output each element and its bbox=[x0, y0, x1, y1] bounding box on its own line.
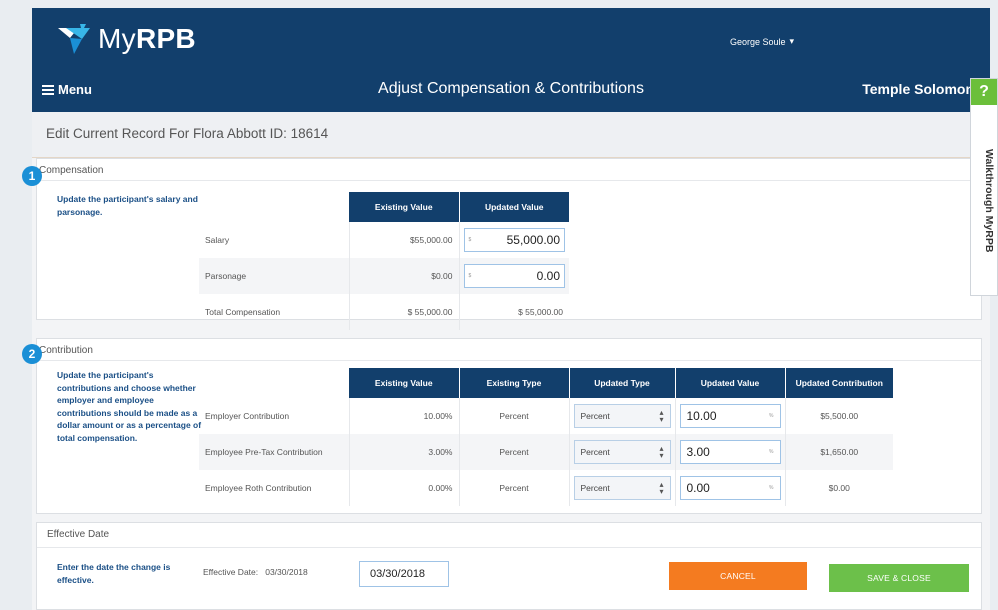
help-icon: ? bbox=[971, 79, 997, 105]
col-existing-value: Existing Value bbox=[349, 192, 460, 222]
app-window: MyRPB George Soule ▾ Menu Adjust Compens… bbox=[32, 8, 990, 610]
row-label: Total Compensation bbox=[199, 294, 350, 330]
effective-date-panel: Effective Date Enter the date the change… bbox=[36, 522, 982, 610]
table-row: Salary $55,000.00 $ 55,000.00 bbox=[199, 222, 569, 258]
contribution-title: Contribution bbox=[39, 345, 93, 356]
pretax-value-input[interactable]: 3.00 % bbox=[679, 440, 781, 464]
parsonage-value: 0.00 bbox=[536, 269, 560, 283]
divider bbox=[37, 547, 981, 548]
step-badge-1: 1 bbox=[22, 166, 42, 186]
salary-input[interactable]: $ 55,000.00 bbox=[463, 228, 565, 252]
updated-total: $ 55,000.00 bbox=[518, 307, 563, 317]
effective-date-label: Effective Date: 03/30/2018 bbox=[203, 567, 308, 577]
divider bbox=[37, 360, 981, 361]
parsonage-input[interactable]: $ 0.00 bbox=[463, 264, 565, 288]
effective-description: Enter the date the change is effective. bbox=[57, 562, 171, 585]
employer-type-select[interactable]: Percent ▴ ▾ bbox=[573, 404, 671, 428]
input-value: 10.00 bbox=[686, 409, 717, 423]
record-header: Edit Current Record For Flora Abbott ID:… bbox=[32, 112, 990, 158]
existing-total: $ 55,000.00 bbox=[349, 294, 460, 330]
currency-symbol: $ bbox=[468, 273, 472, 279]
logo-star-icon bbox=[58, 24, 90, 54]
compensation-panel: Compensation Update the participant's sa… bbox=[36, 158, 982, 330]
org-name: Temple Solomon bbox=[862, 81, 974, 97]
logo[interactable]: MyRPB bbox=[56, 22, 196, 56]
divider bbox=[37, 180, 981, 181]
col-updated-type: Updated Type bbox=[569, 368, 676, 398]
save-close-button[interactable]: SAVE & CLOSE bbox=[829, 564, 969, 592]
existing-value: 10.00% bbox=[349, 398, 460, 434]
walkthrough-label: Walkthrough MyRPB bbox=[983, 149, 995, 253]
col-updated-value: Updated Value bbox=[459, 192, 569, 222]
input-value: 0.00 bbox=[686, 481, 710, 495]
row-label: Parsonage bbox=[199, 258, 350, 294]
percent-symbol: % bbox=[769, 449, 774, 455]
col-updated-value: Updated Value bbox=[675, 368, 786, 398]
logo-text: MyRPB bbox=[98, 23, 196, 54]
selected-value: Percent bbox=[580, 483, 610, 493]
chevron-down-icon: ▾ bbox=[789, 36, 795, 46]
col-existing-type: Existing Type bbox=[459, 368, 570, 398]
compensation-table: Existing Value Updated Value Salary $55,… bbox=[199, 192, 569, 330]
page-title: Adjust Compensation & Contributions bbox=[378, 80, 644, 97]
select-arrows-icon: ▴ ▾ bbox=[659, 444, 664, 460]
contribution-description: Update the participant's contributions a… bbox=[57, 370, 202, 443]
existing-type: Percent bbox=[459, 398, 570, 434]
salary-value: 55,000.00 bbox=[506, 233, 560, 247]
compensation-description: Update the participant's salary and pars… bbox=[57, 194, 198, 217]
currency-symbol: $ bbox=[468, 237, 472, 243]
walkthrough-tab[interactable]: ? Walkthrough MyRPB bbox=[970, 78, 998, 296]
row-label: Employer Contribution bbox=[199, 398, 350, 434]
existing-value: 0.00% bbox=[349, 470, 460, 506]
input-value: 3.00 bbox=[686, 445, 710, 459]
employer-value-input[interactable]: 10.00 % bbox=[679, 404, 781, 428]
roth-value-input[interactable]: 0.00 % bbox=[679, 476, 781, 500]
user-menu[interactable]: George Soule ▾ bbox=[730, 36, 794, 47]
roth-type-select[interactable]: Percent ▴ ▾ bbox=[573, 476, 671, 500]
select-arrows-icon: ▴ ▾ bbox=[659, 408, 664, 424]
existing-value: $0.00 bbox=[349, 258, 460, 294]
col-updated-contribution: Updated Contribution bbox=[785, 368, 893, 398]
existing-value: $55,000.00 bbox=[349, 222, 460, 258]
existing-type: Percent bbox=[459, 434, 570, 470]
existing-type: Percent bbox=[459, 470, 570, 506]
current-effective-date: 03/30/2018 bbox=[265, 567, 308, 577]
user-name: George Soule bbox=[730, 36, 786, 47]
table-row: Parsonage $0.00 $ 0.00 bbox=[199, 258, 569, 294]
total-row: Total Compensation $ 55,000.00 $ 55,000.… bbox=[199, 294, 569, 330]
effective-date-title: Effective Date bbox=[47, 529, 110, 540]
top-bar: MyRPB George Soule ▾ Menu Adjust Compens… bbox=[32, 8, 990, 112]
effective-date-input[interactable]: 03/30/2018 bbox=[359, 561, 449, 587]
contribution-table: Existing Value Existing Type Updated Typ… bbox=[199, 368, 893, 506]
percent-symbol: % bbox=[769, 413, 774, 419]
selected-value: Percent bbox=[580, 411, 610, 421]
col-existing-value: Existing Value bbox=[349, 368, 460, 398]
table-row: Employee Pre-Tax Contribution 3.00% Perc… bbox=[199, 434, 893, 470]
select-arrows-icon: ▴ ▾ bbox=[659, 480, 664, 496]
pretax-type-select[interactable]: Percent ▴ ▾ bbox=[573, 440, 671, 464]
row-label: Employee Pre-Tax Contribution bbox=[199, 434, 350, 470]
percent-symbol: % bbox=[769, 485, 774, 491]
cancel-button[interactable]: CANCEL bbox=[669, 562, 807, 590]
compensation-title: Compensation bbox=[39, 165, 104, 176]
updated-contribution: $0.00 bbox=[828, 483, 850, 493]
table-row: Employee Roth Contribution 0.00% Percent… bbox=[199, 470, 893, 506]
row-label: Employee Roth Contribution bbox=[199, 470, 350, 506]
updated-contribution: $1,650.00 bbox=[785, 434, 893, 470]
selected-value: Percent bbox=[580, 447, 610, 457]
table-row: Employer Contribution 10.00% Percent Per… bbox=[199, 398, 893, 434]
contribution-panel: Contribution Update the participant's co… bbox=[36, 338, 982, 514]
existing-value: 3.00% bbox=[349, 434, 460, 470]
updated-contribution: $5,500.00 bbox=[820, 411, 859, 421]
record-title: Edit Current Record For Flora Abbott ID:… bbox=[46, 126, 329, 141]
step-badge-2: 2 bbox=[22, 344, 42, 364]
row-label: Salary bbox=[199, 222, 350, 258]
